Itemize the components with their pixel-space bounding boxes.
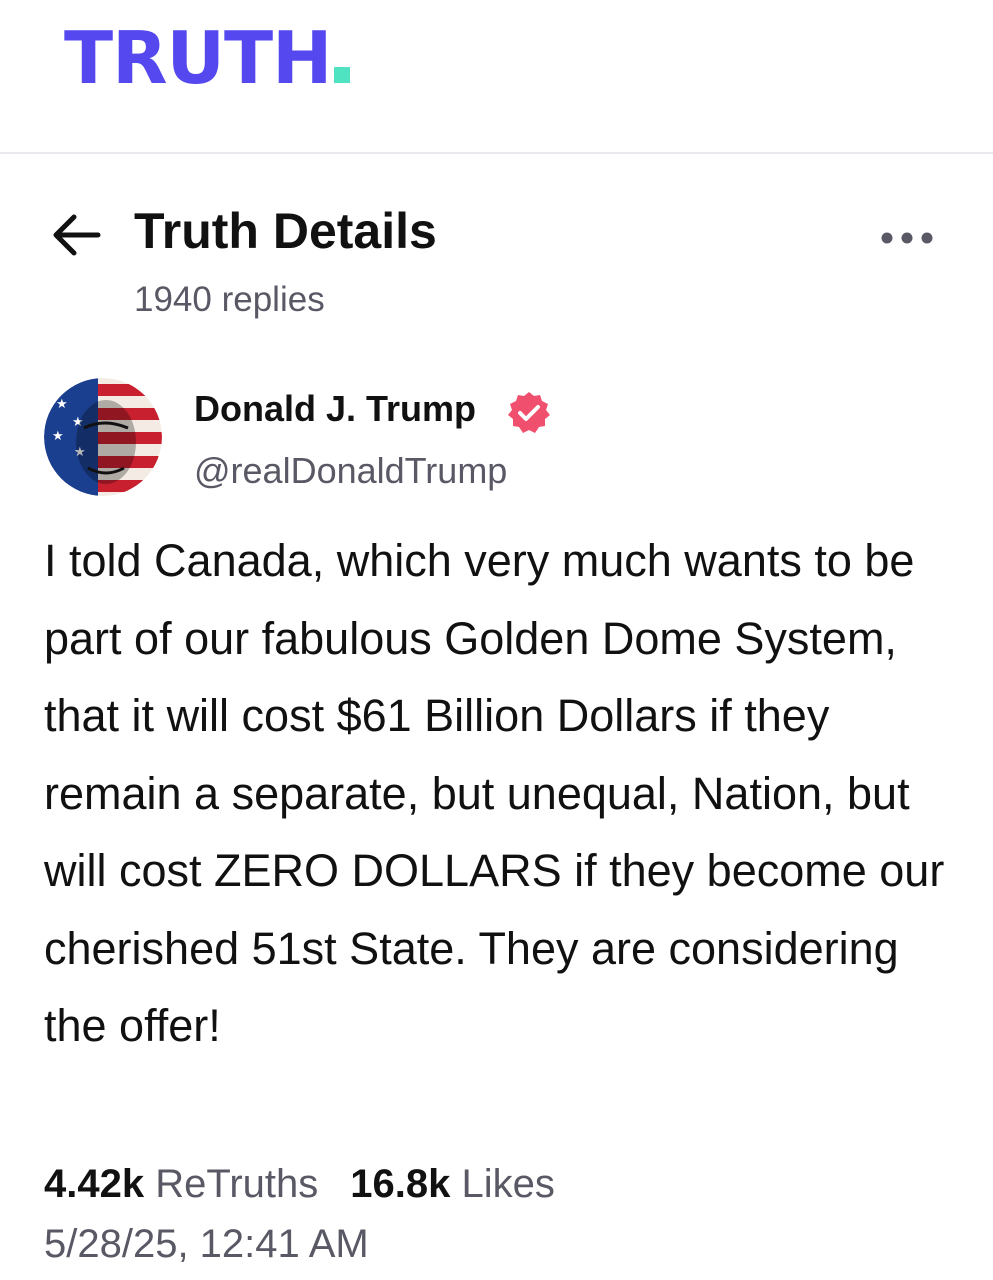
retruths-label: ReTruths — [155, 1162, 319, 1206]
verified-badge-icon — [506, 390, 552, 436]
likes-label: Likes — [461, 1162, 555, 1206]
logo-text: TRUTH — [64, 16, 332, 100]
retruths-stat[interactable]: 4.42k ReTruths — [44, 1162, 318, 1207]
more-options-button[interactable] — [877, 226, 937, 250]
logo-dot — [334, 67, 351, 83]
post-text: I told Canada, which very much wants to … — [44, 535, 945, 1051]
top-bar: TRUTH — [0, 0, 993, 154]
svg-text:★: ★ — [52, 429, 64, 444]
arrow-left-icon — [53, 214, 101, 256]
post-stats: 4.42k ReTruths 16.8k Likes — [44, 1162, 555, 1207]
author-handle[interactable]: @realDonaldTrump — [194, 450, 507, 492]
svg-text:★: ★ — [56, 397, 68, 412]
author-name[interactable]: Donald J. Trump — [194, 388, 476, 430]
post-timestamp: 5/28/25, 12:41 AM — [44, 1222, 369, 1266]
avatar[interactable]: ★ ★ ★ ★ — [44, 378, 162, 496]
retruths-count: 4.42k — [44, 1162, 145, 1206]
page-title: Truth Details — [134, 203, 437, 259]
page-header: Truth Details — [0, 196, 993, 276]
likes-stat[interactable]: 16.8k Likes — [350, 1162, 555, 1207]
back-button[interactable] — [48, 210, 104, 260]
replies-count: 1940 replies — [134, 280, 325, 319]
more-dots-icon — [881, 232, 933, 244]
likes-count: 16.8k — [350, 1162, 451, 1206]
truth-logo[interactable]: TRUTH — [64, 22, 351, 94]
avatar-image: ★ ★ ★ ★ — [44, 378, 162, 496]
